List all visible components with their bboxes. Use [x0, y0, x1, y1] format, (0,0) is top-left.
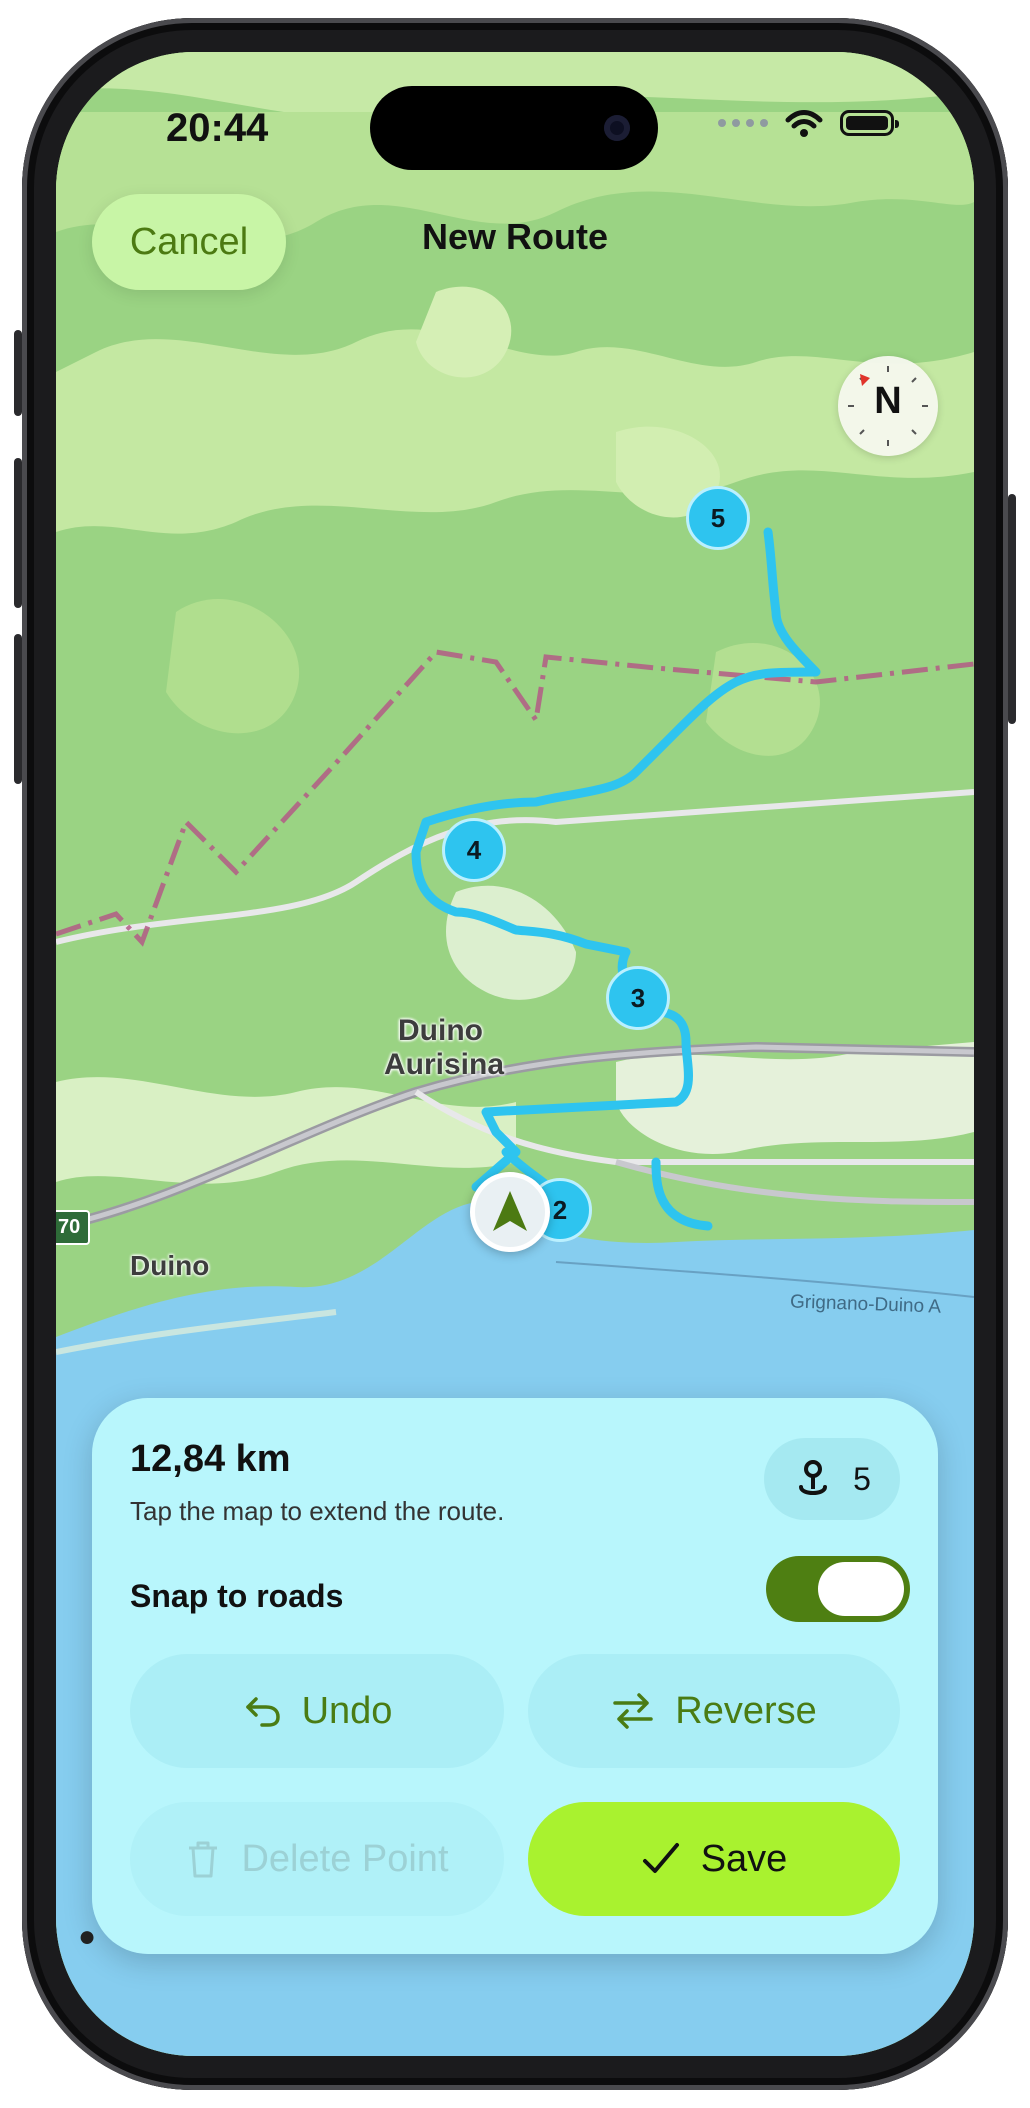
signal-dots-icon [718, 119, 768, 127]
reverse-button[interactable]: Reverse [528, 1654, 900, 1768]
waypoint-marker-5[interactable]: 5 [686, 486, 750, 550]
undo-label: Undo [301, 1689, 393, 1732]
point-count-badge: 5 [764, 1438, 900, 1520]
waypoint-marker-3[interactable]: 3 [606, 966, 670, 1030]
route-distance: 12,84 km [130, 1438, 291, 1480]
user-location-marker[interactable] [470, 1172, 550, 1252]
toggle-knob [818, 1562, 904, 1616]
battery-icon [840, 110, 899, 136]
place-label-duino-aurisina: Duino [398, 1014, 483, 1047]
screen: 20:44 Cancel New Route N Duino Aurisina … [56, 52, 974, 2056]
checkmark-icon [642, 1843, 679, 1873]
action-button [14, 330, 22, 416]
delete-point-button[interactable]: Delete Point [130, 1802, 504, 1916]
status-time: 20:44 [166, 106, 269, 150]
compass-north-label: N [874, 380, 902, 422]
camera-icon [604, 115, 630, 141]
location-arrow-icon [493, 1191, 527, 1231]
place-label-duino: Duino [130, 1250, 210, 1281]
wifi-icon [785, 110, 823, 137]
dynamic-island [370, 86, 658, 170]
route-hint: Tap the map to extend the route. [130, 1496, 505, 1526]
waypoint-marker-4[interactable]: 4 [442, 818, 506, 882]
save-label: Save [700, 1837, 788, 1880]
save-button[interactable]: Save [528, 1802, 900, 1916]
highway-shield: 70 [56, 1210, 91, 1245]
power-button [1008, 494, 1016, 724]
apple-logo-icon: ● [78, 1920, 97, 1953]
waypoint-pin-icon [799, 1460, 828, 1495]
reverse-label: Reverse [675, 1689, 817, 1732]
trash-icon [189, 1841, 218, 1878]
snap-to-roads-toggle[interactable] [766, 1556, 910, 1622]
reverse-icon [613, 1693, 653, 1729]
compass-icon[interactable]: N [838, 356, 938, 456]
snap-to-roads-label: Snap to roads [130, 1578, 344, 1614]
point-count-value: 5 [853, 1460, 871, 1497]
volume-down-button [14, 634, 22, 784]
undo-icon [245, 1697, 280, 1727]
status-indicators [718, 108, 899, 138]
undo-button[interactable]: Undo [130, 1654, 504, 1768]
delete-point-label: Delete Point [241, 1837, 449, 1880]
page-title: New Route [421, 216, 608, 257]
place-label-duino-aurisina-line2: Aurisina [384, 1048, 505, 1081]
volume-up-button [14, 458, 22, 608]
route-panel: 12,84 km Tap the map to extend the route… [92, 1398, 938, 1954]
